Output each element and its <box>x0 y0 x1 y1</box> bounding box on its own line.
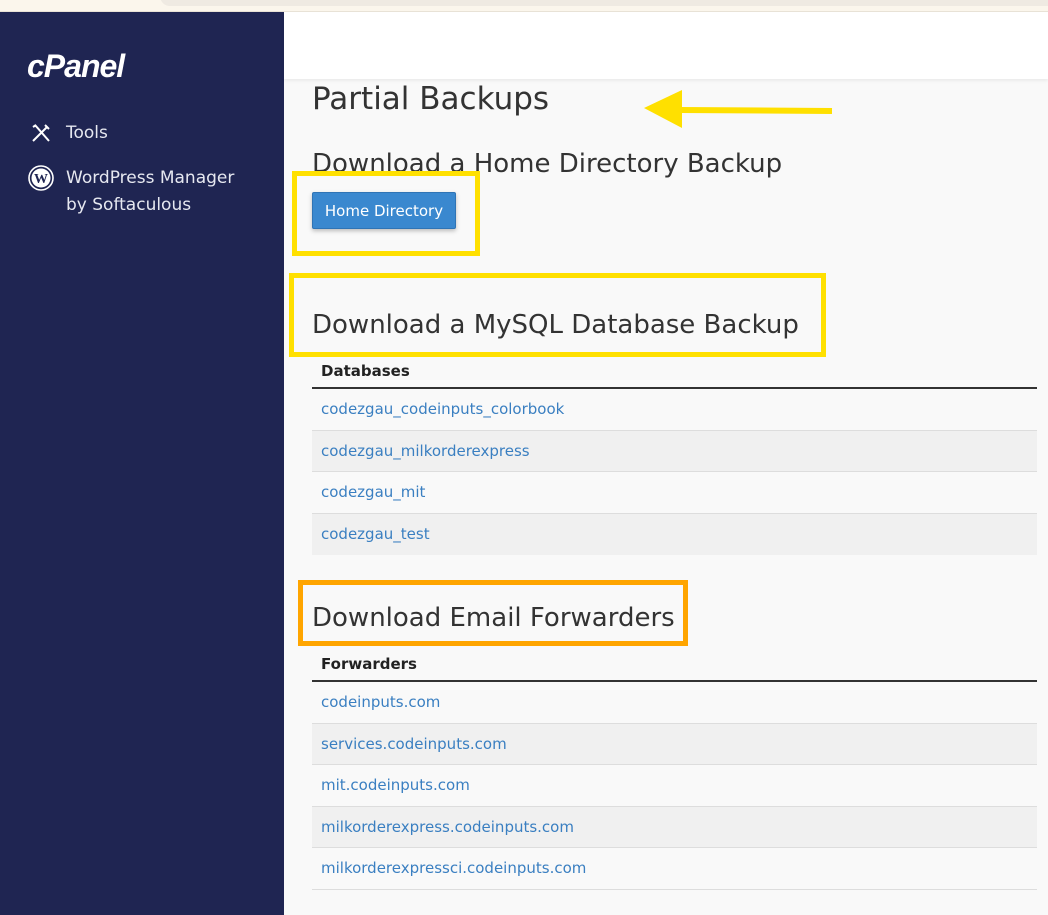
database-link[interactable]: codezgau_mit <box>312 472 1037 514</box>
highlight-box <box>292 171 480 256</box>
database-link[interactable]: codezgau_codeinputs_colorbook <box>312 389 1037 431</box>
forwarder-link[interactable]: mit.codeinputs.com <box>312 765 1037 807</box>
sidebar-item-wordpress-manager[interactable]: W WordPress Manager by Softaculous <box>28 165 234 219</box>
highlight-box <box>289 273 826 357</box>
sidebar-item-label: WordPress Manager by Softaculous <box>66 168 235 215</box>
forwarder-link[interactable]: codeinputs.com <box>312 682 1037 724</box>
database-link[interactable]: codezgau_test <box>312 513 1037 555</box>
forwarder-link[interactable]: milkorderexpress.codeinputs.com <box>312 806 1037 848</box>
database-link[interactable]: codezgau_milkorderexpress <box>312 430 1037 472</box>
wordpress-icon: W <box>28 165 54 191</box>
forwarder-link[interactable]: milkorderexpressci.codeinputs.com <box>312 848 1037 890</box>
highlight-box <box>298 580 688 646</box>
cpanel-logo[interactable]: cPanel <box>27 48 125 85</box>
tools-icon <box>28 120 54 146</box>
svg-text:W: W <box>34 172 48 187</box>
forwarders-table: Forwarders codeinputs.com services.codei… <box>312 647 1037 890</box>
arrow-annotation <box>644 90 833 128</box>
top-header <box>284 12 1048 79</box>
databases-column-header: Databases <box>312 354 1037 389</box>
browser-top-strip <box>0 0 1048 12</box>
sidebar: cPanel Tools W WordPress Manager by Softa… <box>0 12 284 915</box>
sidebar-item-label: Tools <box>66 123 108 143</box>
forwarders-column-header: Forwarders <box>312 647 1037 682</box>
databases-table: Databases codezgau_codeinputs_colorbook … <box>312 354 1037 555</box>
sidebar-item-tools[interactable]: Tools <box>28 120 108 147</box>
forwarder-link[interactable]: services.codeinputs.com <box>312 723 1037 765</box>
